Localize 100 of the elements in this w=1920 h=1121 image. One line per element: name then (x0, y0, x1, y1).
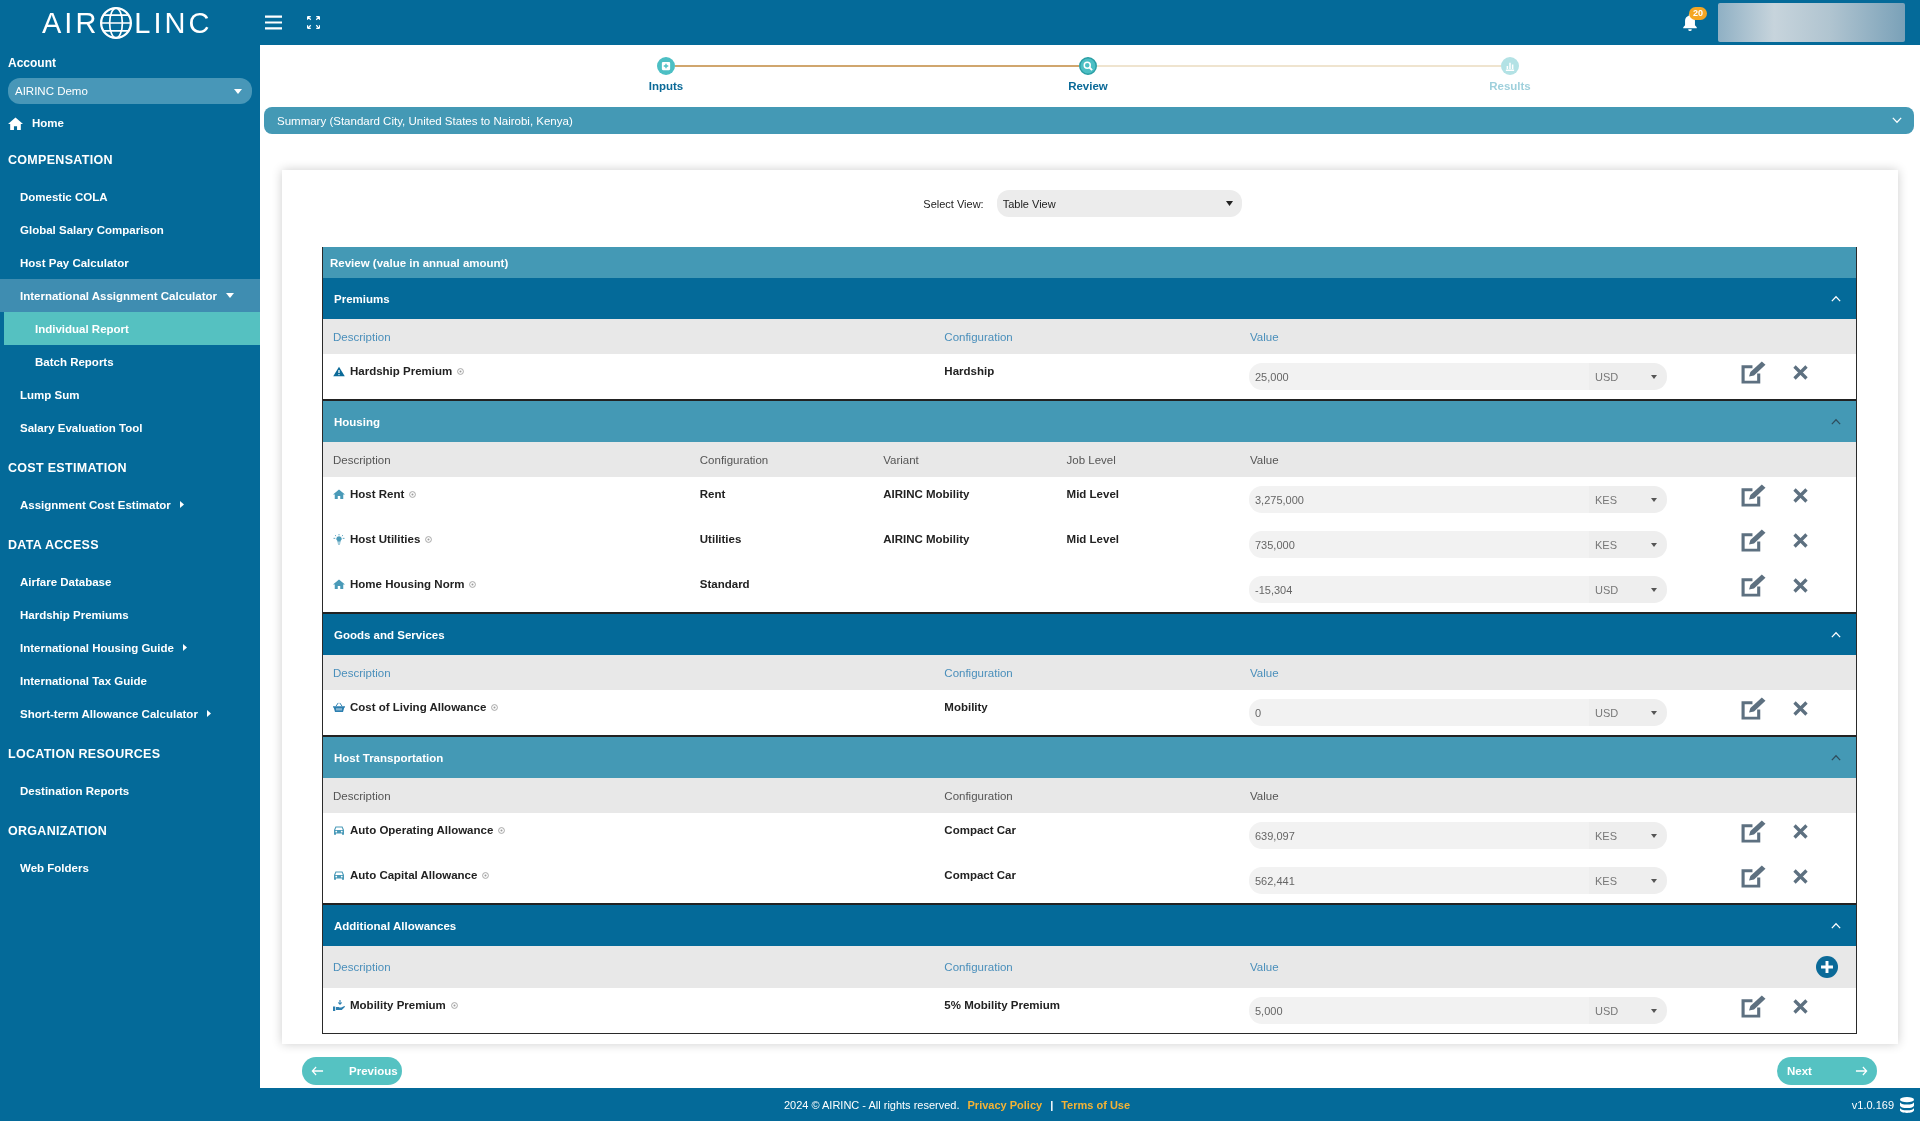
edit-icon[interactable] (1741, 820, 1766, 843)
nav-subitem[interactable]: Batch Reports (0, 345, 260, 378)
currency-select[interactable]: USD (1589, 363, 1667, 390)
column-header: Value (1249, 453, 1280, 466)
column-header: Description (332, 330, 392, 343)
edit-icon[interactable] (1741, 697, 1766, 720)
value-input[interactable]: 5,000 (1249, 997, 1589, 1024)
close-icon[interactable] (1793, 488, 1808, 503)
caret-down-icon (234, 88, 242, 94)
nav-section-title: ORGANIZATION (7, 823, 109, 840)
value-input[interactable]: 25,000 (1249, 363, 1589, 390)
column-header: Job Level (1065, 453, 1117, 466)
summary-bar[interactable]: Summary (Standard City, United States to Nairobi, Kenya) (264, 107, 1914, 134)
caret-down-icon (1651, 497, 1657, 502)
account-select[interactable]: AIRINC Demo (8, 78, 252, 104)
row-label: Mobility Premium (350, 998, 446, 1012)
edit-icon[interactable] (1741, 574, 1766, 597)
nav-item[interactable]: Destination Reports (0, 774, 260, 807)
table-cell-text: Hardship (943, 364, 996, 378)
close-icon[interactable] (1793, 869, 1808, 884)
nav-item[interactable]: Hardship Premiums (0, 598, 260, 631)
value-input[interactable]: 735,000 (1249, 531, 1589, 558)
section-header[interactable]: Goods and Services (323, 614, 1856, 655)
nav-item[interactable]: International Assignment Calculator (0, 279, 260, 312)
column-header: Configuration (943, 961, 1014, 973)
edit-icon[interactable] (1741, 484, 1766, 507)
table-cell-text: AIRINC Mobility (882, 487, 971, 501)
menu-icon[interactable] (265, 15, 283, 30)
footer-link[interactable]: Terms of Use (1061, 1098, 1131, 1111)
edit-icon[interactable] (1741, 529, 1766, 552)
hand-icon (333, 999, 345, 1011)
currency-select[interactable]: USD (1589, 576, 1667, 603)
caret-down-icon (1225, 201, 1233, 206)
nav-item[interactable]: Global Salary Comparison (0, 213, 260, 246)
currency-select[interactable]: KES (1589, 822, 1667, 849)
nav-item[interactable]: Short-term Allowance Calculator (0, 697, 260, 730)
nav-item[interactable]: Assignment Cost Estimator (0, 488, 260, 521)
nav-item[interactable]: Home (0, 110, 260, 136)
edit-icon[interactable] (1741, 995, 1766, 1018)
home-icon (333, 578, 345, 590)
lightbulb-icon (333, 533, 345, 545)
nav-section-title: COMPENSATION (7, 152, 114, 169)
currency-select[interactable]: KES (1589, 867, 1667, 894)
table-cell-text: Compact Car (943, 868, 1017, 882)
table-cell-text: AIRINC Mobility (882, 532, 971, 546)
nav-item[interactable]: Airfare Database (0, 565, 260, 598)
nav-item[interactable]: Host Pay Calculator (0, 246, 260, 279)
column-header: Variant (882, 453, 920, 466)
fullscreen-icon[interactable] (307, 16, 321, 29)
arrow-right-icon (1855, 1066, 1868, 1076)
plus-circle-icon[interactable] (1816, 956, 1838, 978)
caret-down-icon (1651, 1008, 1657, 1013)
link-separator: | (1050, 1098, 1054, 1111)
currency-select[interactable]: KES (1589, 531, 1667, 558)
table-cell-text: Mid Level (1065, 487, 1120, 501)
value-input[interactable]: 639,097 (1249, 822, 1589, 849)
arrow-left-icon (311, 1066, 324, 1076)
close-icon[interactable] (1793, 578, 1808, 593)
nav-item[interactable]: International Tax Guide (0, 664, 260, 697)
currency-select[interactable]: KES (1589, 486, 1667, 513)
section-header[interactable]: Housing (323, 401, 1856, 442)
database-icon (1900, 1096, 1914, 1113)
close-icon[interactable] (1793, 533, 1808, 548)
currency-select[interactable]: USD (1589, 699, 1667, 726)
column-header: Value (1249, 666, 1280, 679)
column-header: Description (332, 666, 392, 679)
edit-icon[interactable] (1741, 361, 1766, 384)
section-header[interactable]: Premiums (323, 278, 1856, 319)
view-select[interactable]: Table View (996, 190, 1242, 217)
table-cell-text: Standard (698, 577, 751, 591)
close-icon[interactable] (1793, 365, 1808, 380)
caret-down-icon (1651, 833, 1657, 838)
nav-item[interactable]: International Housing Guide (0, 631, 260, 664)
footer-link[interactable]: Privacy Policy (967, 1098, 1043, 1111)
notification-badge: 20 (1689, 7, 1707, 20)
value-input[interactable]: 0 (1249, 699, 1589, 726)
close-icon[interactable] (1793, 999, 1808, 1014)
nav-item[interactable]: Web Folders (0, 851, 260, 884)
caret-down-icon (1651, 542, 1657, 547)
section-header[interactable]: Host Transportation (323, 737, 1856, 778)
nav-section-title: COST ESTIMATION (7, 460, 128, 477)
column-header: Configuration (943, 666, 1014, 679)
table-cell-text: Mid Level (1065, 532, 1120, 546)
caret-down-icon (1651, 710, 1657, 715)
value-input[interactable]: 3,275,000 (1249, 486, 1589, 513)
row-label: Auto Operating Allowance (350, 823, 494, 837)
car-icon (333, 869, 345, 881)
value-input[interactable]: 562,441 (1249, 867, 1589, 894)
close-icon[interactable] (1793, 701, 1808, 716)
column-header: Description (332, 961, 392, 973)
version-text: v1.0.169 (1851, 1098, 1894, 1111)
nav-item[interactable]: Salary Evaluation Tool (0, 411, 260, 444)
close-icon[interactable] (1793, 824, 1808, 839)
currency-select[interactable]: USD (1589, 997, 1667, 1024)
nav-item[interactable]: Lump Sum (0, 378, 260, 411)
section-header[interactable]: Additional Allowances (323, 905, 1856, 946)
edit-icon[interactable] (1741, 865, 1766, 888)
table-cell-text: Compact Car (943, 823, 1017, 837)
nav-item[interactable]: Domestic COLA (0, 180, 260, 213)
value-input[interactable]: -15,304 (1249, 576, 1589, 603)
